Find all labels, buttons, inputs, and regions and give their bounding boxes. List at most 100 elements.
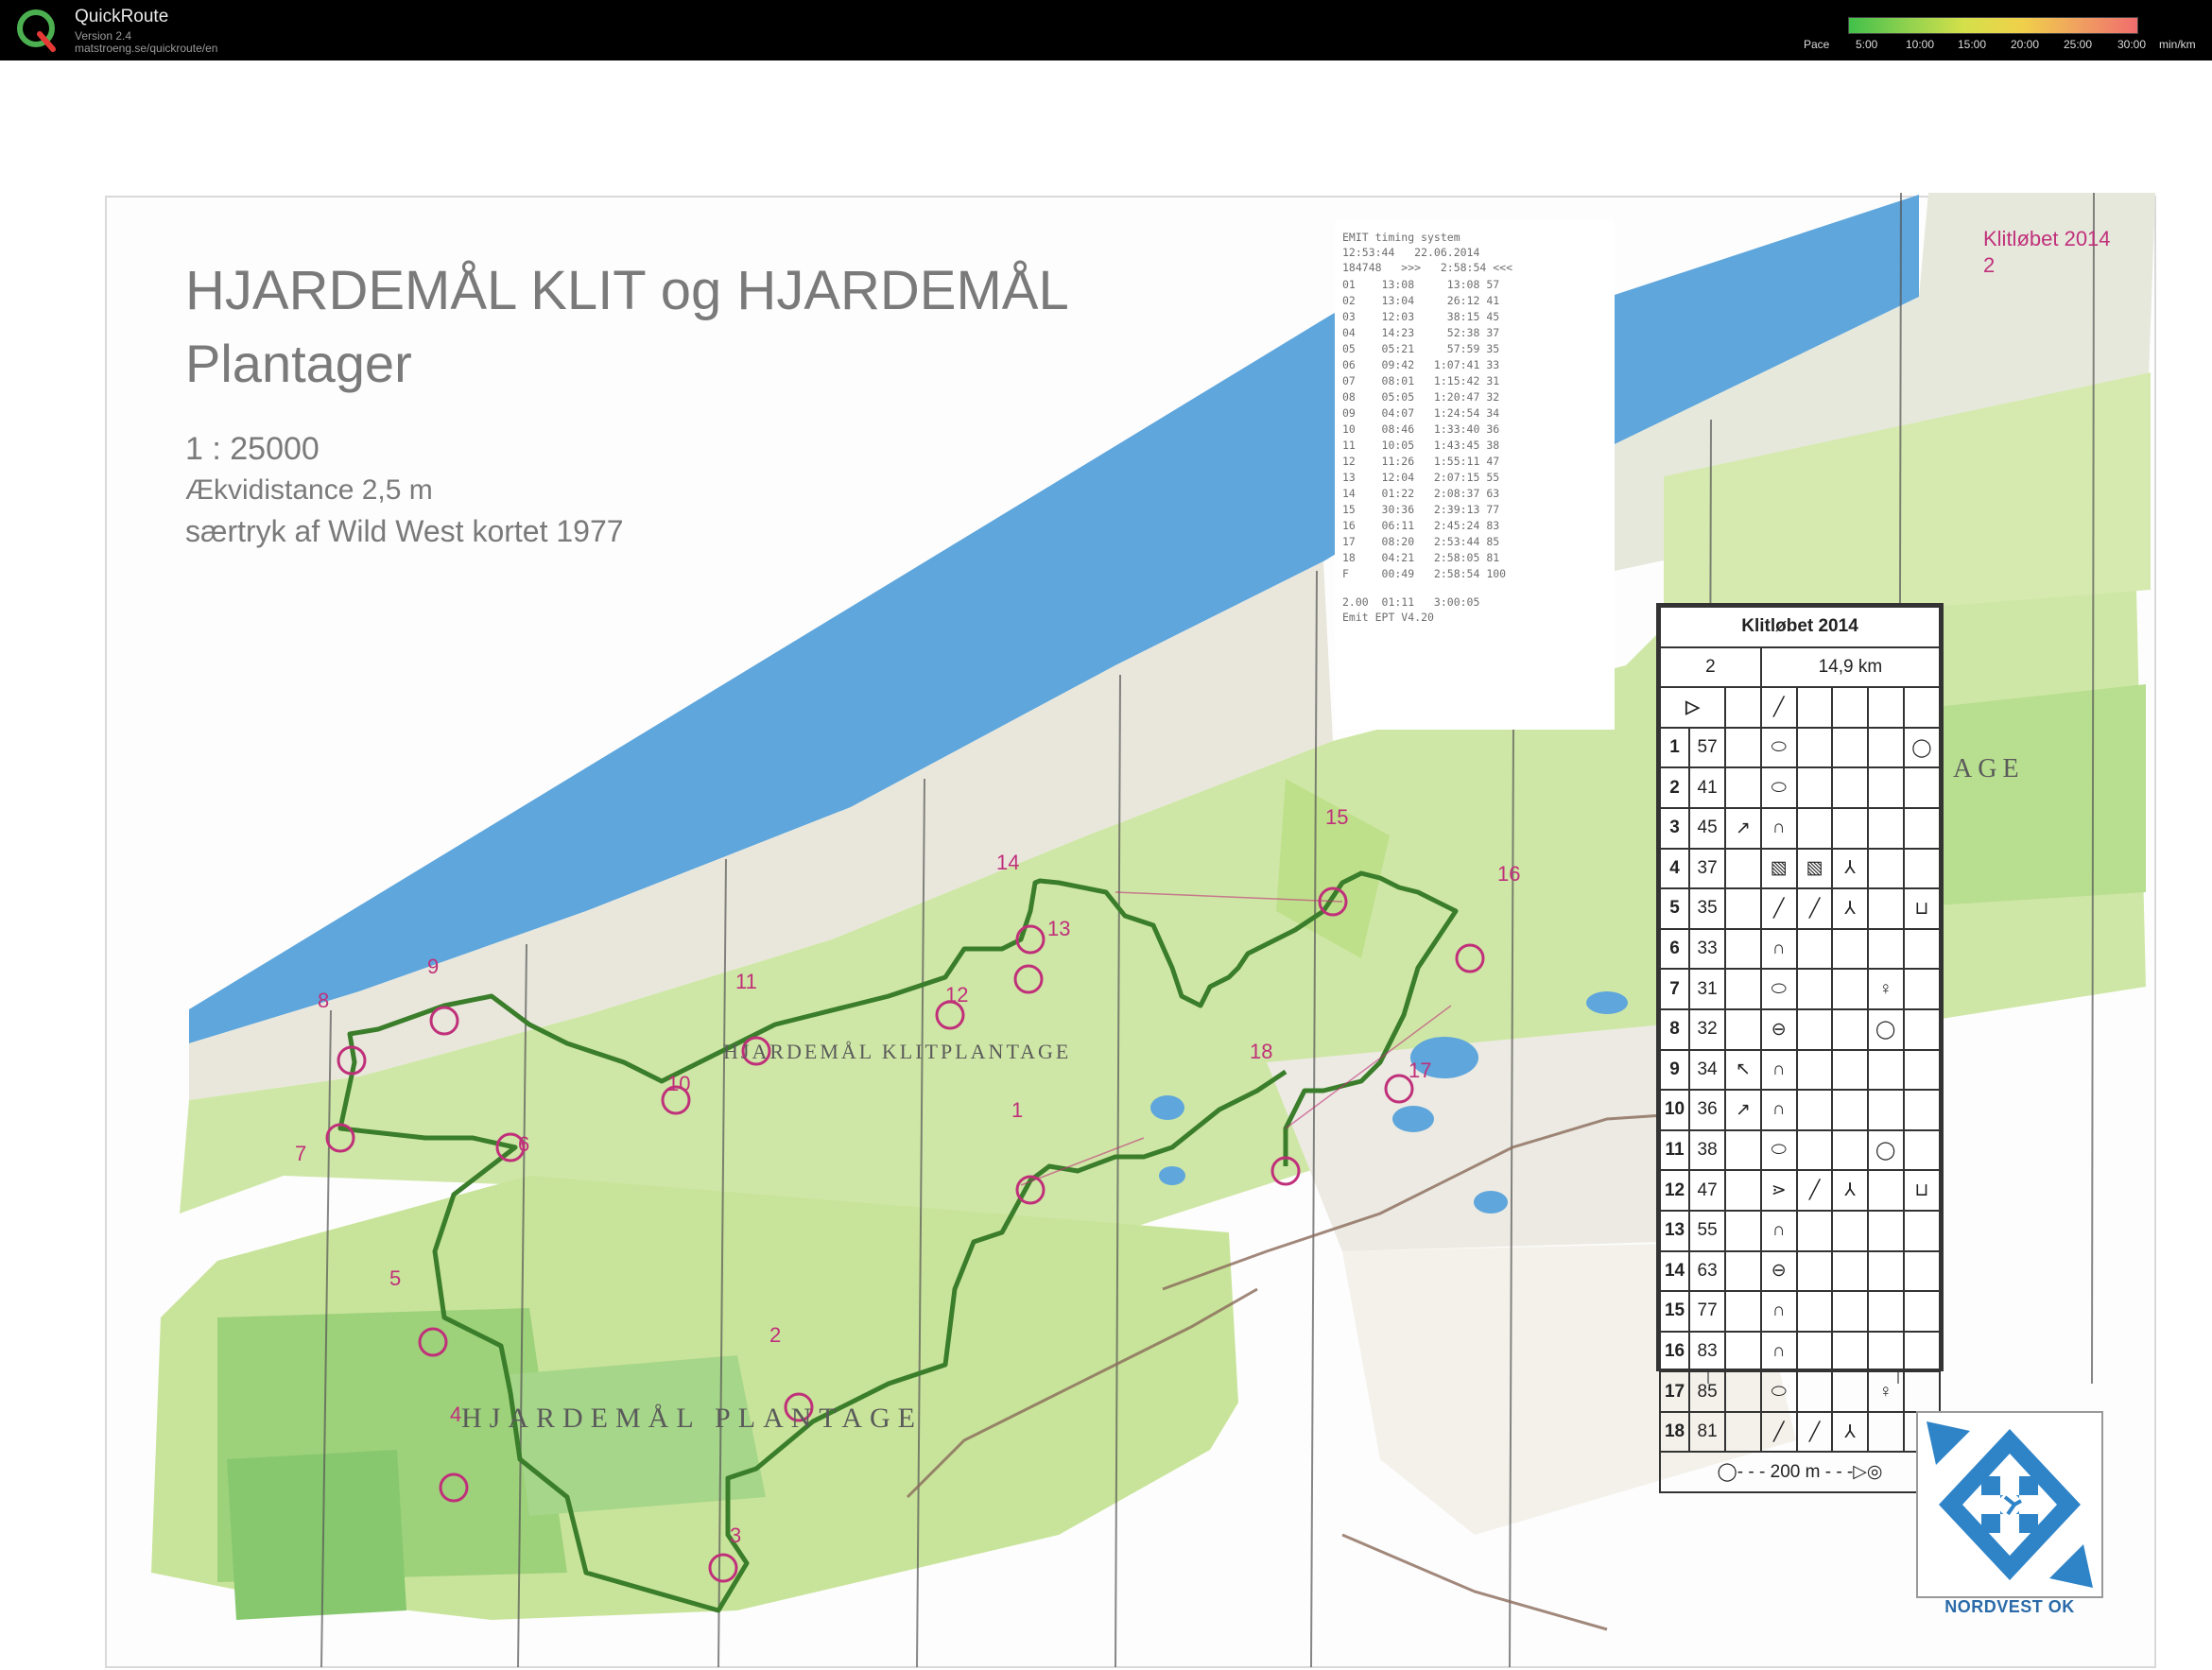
description-length: 14,9 km: [1759, 646, 1942, 689]
split-header: 12:53:44 22.06.2014: [1342, 246, 1480, 259]
description-row: 12 47 ⋗ ╱ ⅄ ⊔: [1658, 1169, 1942, 1212]
app-version: Version 2.4: [75, 29, 132, 43]
description-row: 6 33 ∩: [1658, 927, 1942, 971]
split-row: 10 08:46 1:33:40 36: [1342, 422, 1500, 436]
area-label: AGE: [1953, 754, 2025, 783]
split-footer: 2.00 01:11 3:00:05: [1342, 595, 1480, 609]
control-number: 11: [735, 970, 757, 993]
control-number: 3: [730, 1524, 742, 1547]
split-footer: Emit EPT V4.20: [1342, 611, 1434, 624]
control-number: 2: [769, 1323, 782, 1347]
map-canvas[interactable]: HJARDEMÅL KLIT og HJARDEMÅL Plantager 1 …: [0, 60, 2212, 1670]
description-row: 15 77 ∩: [1658, 1290, 1942, 1333]
area-label: HJARDEMÅL KLITPLANTAGE: [723, 1040, 1072, 1063]
control-number: 8: [318, 989, 330, 1012]
split-times-printout: EMIT timing system 12:53:44 22.06.2014 1…: [1335, 219, 1615, 730]
description-row: 11 38 ⬭ ◯: [1658, 1128, 1942, 1172]
description-row: 3 45 ↗ ∩: [1658, 806, 1942, 850]
control-number: 17: [1408, 1059, 1432, 1082]
control-number: 4: [450, 1403, 462, 1426]
control-number: 14: [996, 851, 1020, 874]
lake: [1474, 1191, 1508, 1214]
pace-color-scale: [1848, 17, 2138, 34]
control-number: 10: [667, 1072, 691, 1095]
split-row: 15 30:36 2:39:13 77: [1342, 503, 1500, 516]
pace-tick: 15:00: [1958, 38, 1987, 51]
split-row: 02 13:04 26:12 41: [1342, 294, 1500, 307]
control-number: 9: [427, 955, 440, 978]
app-title: QuickRoute: [75, 7, 169, 26]
control-number: 5: [389, 1266, 402, 1290]
description-row: 5 35 ╱ ╱ ⅄ ⊔: [1658, 887, 1942, 930]
description-row: 14 63 ⊖: [1658, 1249, 1942, 1293]
split-header: EMIT timing system: [1342, 231, 1460, 244]
split-row: 05 05:21 57:59 35: [1342, 342, 1500, 355]
control-number: 16: [1497, 862, 1521, 886]
control-number: 15: [1325, 805, 1349, 829]
map-title-line1: HJARDEMÅL KLIT og HJARDEMÅL: [185, 260, 1069, 321]
map-corner-course: 2: [1983, 253, 1996, 277]
description-row: 16 83 ∩: [1658, 1330, 1942, 1373]
split-row: 12 11:26 1:55:11 47: [1342, 455, 1500, 468]
pace-tick: 5:00: [1856, 38, 1878, 51]
pace-tick: 25:00: [2064, 38, 2093, 51]
split-row: F 00:49 2:58:54 100: [1342, 567, 1507, 580]
finish-distance: ◯- - - 200 m - - -▷◎: [1659, 1451, 1941, 1494]
description-row: 8 32 ⊖ ◯: [1658, 1007, 1942, 1051]
map-corner-label: Klitløbet 2014: [1983, 227, 2111, 250]
description-row: 13 55 ∩: [1658, 1209, 1942, 1252]
start-triangle-icon: ▷: [1658, 686, 1727, 729]
split-row: 08 05:05 1:20:47 32: [1342, 390, 1500, 404]
description-title: Klitløbet 2014: [1659, 606, 1941, 648]
split-row: 14 01:22 2:08:37 63: [1342, 487, 1500, 500]
club-name: NORDVEST OK: [1944, 1597, 2075, 1616]
description-row: 17 85 ⬭ ♀: [1658, 1370, 1942, 1413]
map-reprint-note: særtryk af Wild West kortet 1977: [185, 514, 624, 548]
control-number: 12: [945, 983, 969, 1007]
split-row: 16 06:11 2:45:24 83: [1342, 519, 1500, 532]
lake: [1586, 991, 1628, 1014]
area-label: HJARDEMÅL PLANTAGE: [461, 1403, 923, 1434]
map-title-line2: Plantager: [185, 334, 412, 393]
split-row: 13 12:04 2:07:15 55: [1342, 471, 1500, 484]
split-header: 184748 >>> 2:58:54 <<<: [1342, 261, 1513, 274]
split-row: 18 04:21 2:58:05 81: [1342, 551, 1500, 564]
control-number: 6: [518, 1132, 530, 1156]
split-row: 09 04:07 1:24:54 34: [1342, 406, 1500, 420]
split-row: 06 09:42 1:07:41 33: [1342, 358, 1500, 371]
split-row: 11 10:05 1:43:45 38: [1342, 439, 1500, 452]
control-number: 18: [1250, 1040, 1273, 1063]
control-description-sheet: Klitløbet 2014 2 14,9 km ▷ ╱ 1 57 ⬭ ◯ 2 41 ⬭ …: [1656, 603, 1944, 1494]
control-number: 13: [1047, 917, 1071, 940]
app-url-link[interactable]: matstroeng.se/quickroute/en: [75, 42, 217, 55]
pace-label: Pace: [1804, 38, 1830, 51]
description-row: 1 57 ⬭ ◯: [1658, 726, 1942, 769]
control-description-table: Klitløbet 2014 2 14,9 km ▷ ╱ 1 57 ⬭ ◯ 2 41 ⬭ …: [1658, 606, 1942, 1494]
description-row: 10 36 ↗ ∩: [1658, 1089, 1942, 1131]
split-row: 07 08:01 1:15:42 31: [1342, 374, 1500, 387]
map-scale: 1 : 25000: [185, 431, 320, 467]
lake: [1150, 1095, 1184, 1120]
map-contour-interval: Ækvidistance 2,5 m: [185, 474, 433, 506]
description-row: 18 81 ╱ ╱ ⅄: [1658, 1410, 1942, 1454]
club-logo-icon: [1916, 1411, 2103, 1598]
pace-tick: 30:00: [2117, 38, 2147, 51]
field-area: [227, 1450, 406, 1620]
start-line-icon: ╱: [1759, 686, 1798, 729]
split-row: 01 13:08 13:08 57: [1342, 278, 1500, 291]
app-header-bar: QuickRoute Version 2.4 matstroeng.se/qui…: [0, 0, 2212, 60]
pace-unit: min/km: [2159, 38, 2196, 51]
control-number: 1: [1011, 1098, 1024, 1122]
split-row: 04 14:23 52:38 37: [1342, 326, 1500, 339]
description-row: 4 37 ▧ ▧ ⅄: [1658, 847, 1942, 890]
lake: [1159, 1166, 1185, 1185]
description-row: 2 41 ⬭: [1658, 766, 1942, 809]
description-row: 9 34 ↖ ∩: [1658, 1048, 1942, 1092]
quickroute-logo-icon: [17, 9, 56, 52]
split-row: 03 12:03 38:15 45: [1342, 310, 1500, 323]
pace-tick: 20:00: [2011, 38, 2040, 51]
description-course: 2: [1659, 646, 1762, 689]
control-number: 7: [295, 1142, 307, 1165]
description-row: 7 31 ⬭ ♀: [1658, 968, 1942, 1010]
lake: [1392, 1106, 1434, 1132]
